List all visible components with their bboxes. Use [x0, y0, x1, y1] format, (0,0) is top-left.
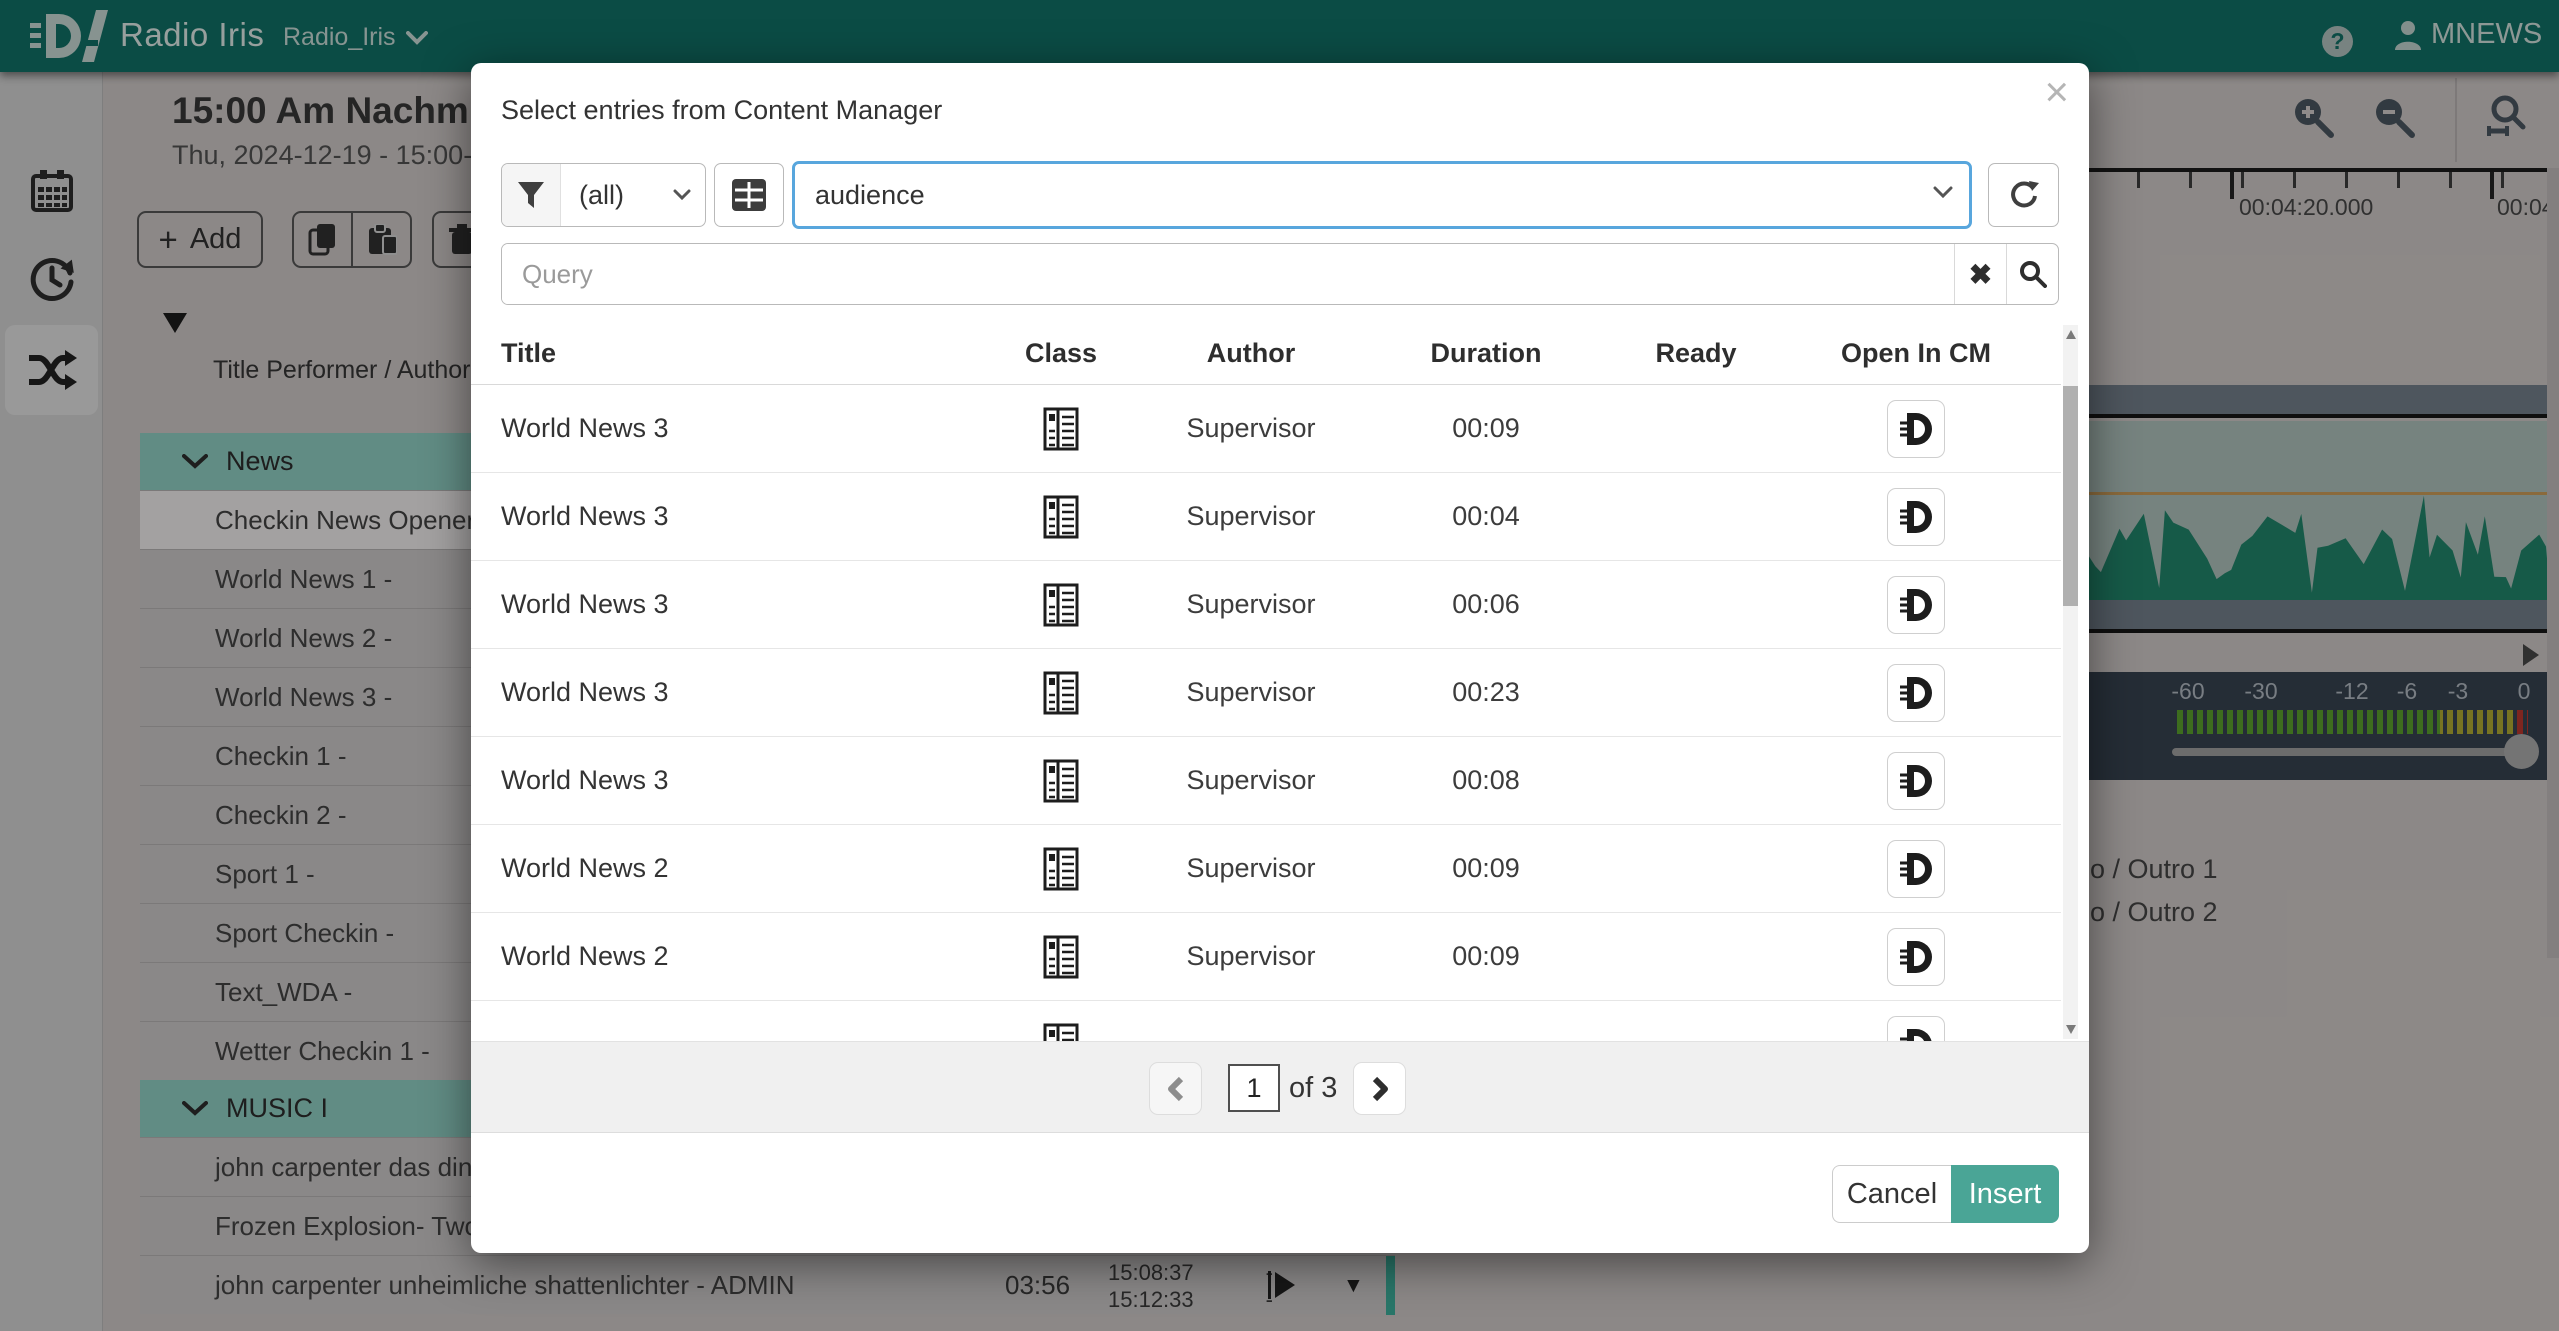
column-title: Title	[501, 338, 991, 369]
clear-query-button[interactable]: ✖	[1954, 244, 2006, 304]
content-manager-icon	[1899, 763, 1933, 799]
scroll-down-arrow[interactable]	[2066, 1025, 2076, 1034]
column-author: Author	[1131, 338, 1371, 369]
table-row[interactable]: World News 3 Supervisor 00:23	[471, 649, 2061, 737]
class-icon	[1043, 583, 1079, 627]
open-in-cm-button[interactable]	[1887, 752, 1945, 810]
refresh-button[interactable]	[1988, 163, 2059, 227]
table-scrollbar[interactable]	[2063, 325, 2078, 1039]
open-in-cm-button[interactable]	[1887, 576, 1945, 634]
table-row[interactable]	[471, 1001, 2061, 1041]
content-manager-icon	[1899, 675, 1933, 711]
open-in-cm-button[interactable]	[1887, 488, 1945, 546]
cancel-button[interactable]: Cancel	[1832, 1165, 1951, 1223]
prev-page-button[interactable]	[1149, 1062, 1202, 1115]
open-in-cm-button[interactable]	[1887, 664, 1945, 722]
search-button[interactable]	[2006, 244, 2058, 304]
open-in-cm-button[interactable]	[1887, 1016, 1945, 1042]
class-icon	[1043, 671, 1079, 715]
chevron-left-icon	[1165, 1075, 1187, 1103]
close-icon[interactable]: ×	[2044, 71, 2069, 113]
content-manager-icon	[1899, 851, 1933, 887]
chevron-down-icon[interactable]	[1933, 186, 1969, 204]
page-number-input[interactable]	[1228, 1064, 1280, 1112]
table-row[interactable]: World News 2 Supervisor 00:09	[471, 913, 2061, 1001]
content-manager-icon	[1899, 587, 1933, 623]
chevron-right-icon	[1369, 1075, 1391, 1103]
refresh-icon	[2008, 179, 2040, 211]
table-rows: World News 3 Supervisor 00:09	[471, 385, 2061, 1041]
query-bar: ✖	[501, 243, 2059, 305]
table-row[interactable]: World News 3 Supervisor 00:08	[471, 737, 2061, 825]
class-icon	[1043, 1023, 1079, 1042]
open-in-cm-button[interactable]	[1887, 840, 1945, 898]
open-in-cm-button[interactable]	[1887, 928, 1945, 986]
class-icon	[1043, 495, 1079, 539]
table-row[interactable]: World News 3 Supervisor 00:06	[471, 561, 2061, 649]
column-duration: Duration	[1371, 338, 1601, 369]
insert-button[interactable]: Insert	[1951, 1165, 2059, 1223]
filter-icon	[502, 164, 560, 226]
table-view-button[interactable]	[714, 163, 784, 227]
column-ready: Ready	[1601, 338, 1791, 369]
next-page-button[interactable]	[1353, 1062, 1406, 1115]
table-row[interactable]: World News 2 Supervisor 00:09	[471, 825, 2061, 913]
scrollbar-thumb[interactable]	[2063, 386, 2078, 606]
table-row[interactable]: World News 3 Supervisor 00:04	[471, 473, 2061, 561]
class-icon	[1043, 407, 1079, 451]
clear-icon: ✖	[1969, 258, 1992, 291]
column-class: Class	[991, 338, 1131, 369]
class-icon	[1043, 935, 1079, 979]
content-manager-icon	[1899, 1027, 1933, 1042]
column-open-in-cm: Open In CM	[1791, 338, 2041, 369]
search-term-combobox	[792, 161, 1972, 229]
class-icon	[1043, 759, 1079, 803]
page-count-label: of 3	[1289, 1042, 1337, 1134]
content-manager-icon	[1899, 411, 1933, 447]
content-manager-icon	[1899, 499, 1933, 535]
open-in-cm-button[interactable]	[1887, 400, 1945, 458]
class-filter-group: (all)	[501, 163, 706, 227]
class-icon	[1043, 847, 1079, 891]
dialog-title: Select entries from Content Manager	[501, 95, 942, 126]
content-manager-dialog: Select entries from Content Manager × (a…	[471, 63, 2089, 1253]
content-manager-icon	[1899, 939, 1933, 975]
table-row[interactable]: World News 3 Supervisor 00:09	[471, 385, 2061, 473]
table-icon	[731, 178, 767, 212]
table-header: Title Class Author Duration Ready Open I…	[471, 323, 2061, 385]
chevron-down-icon	[673, 189, 691, 201]
search-term-input[interactable]	[795, 180, 1933, 211]
scroll-up-arrow[interactable]	[2066, 330, 2076, 339]
query-input[interactable]	[502, 244, 1954, 304]
search-icon	[2019, 260, 2047, 288]
pagination-bar: of 3	[471, 1041, 2089, 1133]
class-filter-select[interactable]: (all)	[560, 164, 705, 226]
